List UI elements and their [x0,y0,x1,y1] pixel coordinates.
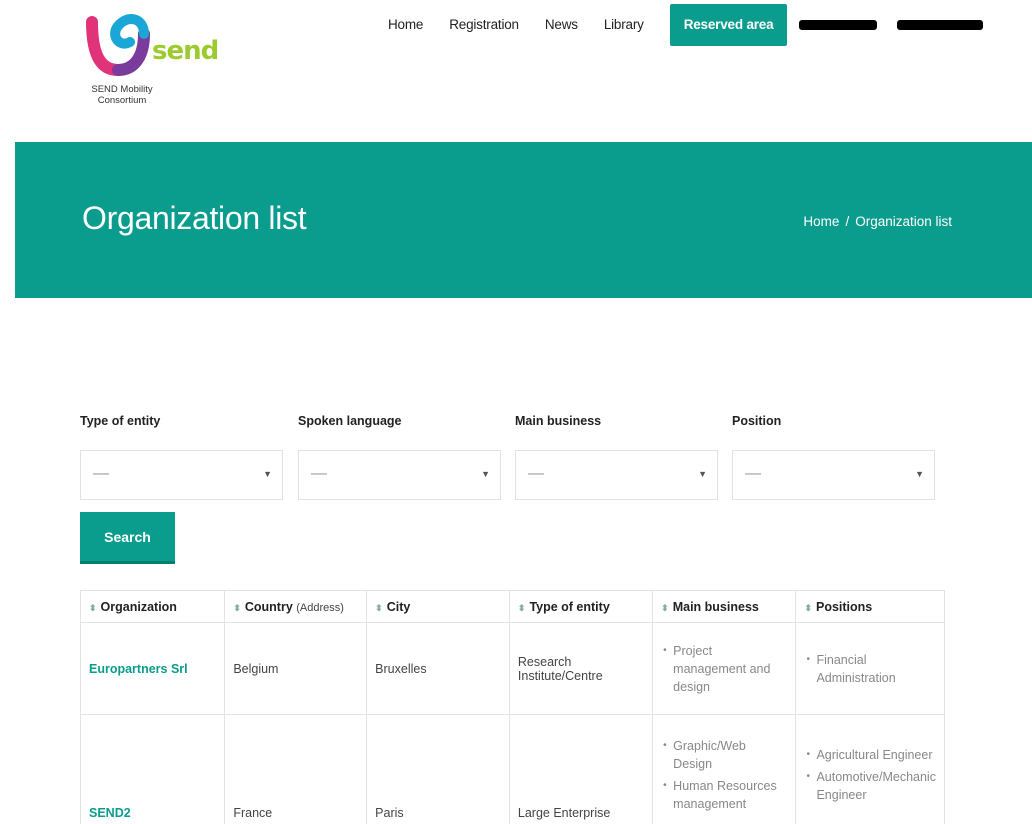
list-item: Automotive/Mechanic Engineer [804,768,936,804]
list-item: Project management and design [661,642,787,696]
header-label: Organization [100,599,177,614]
business-cell: Graphic/Web Design Human Resources manage… [652,714,797,824]
position-select[interactable]: — ▼ [732,450,935,500]
organization-link[interactable]: SEND2 [79,714,226,824]
list-item: Human Resources management [661,777,787,813]
select-value: — [528,465,544,482]
filter-label: Type of entity [80,414,161,428]
send-logo[interactable]: send SEND Mobility Consortium [82,4,262,122]
country-cell: Belgium [224,622,368,715]
nav-reserved-area[interactable]: Reserved area [669,4,788,46]
filter-spoken-language: Spoken language — ▼ [298,414,501,500]
site-header: send SEND Mobility Consortium Home Regis… [0,0,1032,142]
country-cell: France [224,714,368,824]
breadcrumb-separator: / [845,214,850,229]
type-cell: Large Enterprise [508,714,654,824]
search-button[interactable]: Search [80,512,175,564]
breadcrumb: Home / Organization list [803,214,952,229]
table-row: Europartners Srl Belgium Bruxelles Resea… [79,622,945,715]
city-cell: Bruxelles [366,622,510,715]
header-sublabel: (Address) [296,601,344,614]
column-header-country[interactable]: ⬍ Country (Address) [224,590,368,623]
select-value: — [93,465,109,482]
nav-registration[interactable]: Registration [449,4,519,46]
column-header-city[interactable]: ⬍ City [366,590,510,623]
column-header-type-of-entity[interactable]: ⬍ Type of entity [508,590,654,623]
filter-main-business: Main business — ▼ [515,414,718,500]
filter-type-of-entity: Type of entity — ▼ [80,414,283,500]
nav-home[interactable]: Home [388,4,423,46]
filter-label: Spoken language [298,414,402,428]
select-value: — [311,465,327,482]
page-title: Organization list [82,200,307,236]
column-header-main-business[interactable]: ⬍ Main business [652,590,797,623]
caret-down-icon: ▼ [915,469,924,479]
main-business-select[interactable]: — ▼ [515,450,718,500]
breadcrumb-current: Organization list [855,214,952,229]
filter-position: Position — ▼ [732,414,935,500]
sort-icon: ⬍ [375,602,383,613]
filter-label: Main business [515,414,602,428]
sort-icon: ⬍ [89,602,97,613]
header-label: Main business [672,599,759,614]
organization-link[interactable]: Europartners Srl [79,622,226,715]
filter-label: Position [732,414,782,428]
logo-wordmark: send [152,36,219,66]
type-of-entity-select[interactable]: — ▼ [80,450,283,500]
logo-mark-icon [86,14,150,76]
redacted-logout-link[interactable] [897,20,984,30]
positions-cell: Financial Administration [795,622,945,715]
header-label: City [386,599,411,614]
nav-library[interactable]: Library [604,4,644,46]
logo-caption: SEND Mobility Consortium [91,84,153,106]
table-row: SEND2 France Paris Large Enterprise Grap… [79,714,945,824]
positions-cell: Agricultural Engineer Automotive/Mechanic… [795,714,945,824]
sort-icon: ⬍ [233,602,241,613]
organization-table: ⬍ Organization ⬍ Country (Address) ⬍ City ⬍… [79,590,945,824]
list-item: Financial Administration [804,651,936,687]
sort-icon: ⬍ [517,602,526,613]
sort-icon: ⬍ [661,602,669,613]
type-cell: Research Institute/Centre [508,622,654,715]
caret-down-icon: ▼ [481,469,490,479]
header-label: Country [244,599,293,614]
list-item: Graphic/Web Design [661,737,787,773]
column-header-positions[interactable]: ⬍ Positions [795,590,945,623]
nav-news[interactable]: News [545,4,578,46]
sort-icon: ⬍ [804,602,812,613]
caret-down-icon: ▼ [263,469,272,479]
business-cell: Project management and design [652,622,797,715]
caret-down-icon: ▼ [698,469,707,479]
main-nav: Home Registration News Library Reserved … [388,4,1003,46]
city-cell: Paris [366,714,510,824]
spoken-language-select[interactable]: — ▼ [298,450,501,500]
column-header-organization[interactable]: ⬍ Organization [79,590,226,623]
table-header-row: ⬍ Organization ⬍ Country (Address) ⬍ City ⬍… [79,590,945,623]
select-value: — [745,465,761,482]
redacted-user-link[interactable] [799,20,878,30]
header-label: Positions [816,599,873,614]
page-banner: Organization list Home / Organization list [15,142,1032,298]
list-item: Agricultural Engineer [804,746,936,764]
header-label: Type of entity [529,599,610,614]
breadcrumb-home[interactable]: Home [803,214,839,229]
